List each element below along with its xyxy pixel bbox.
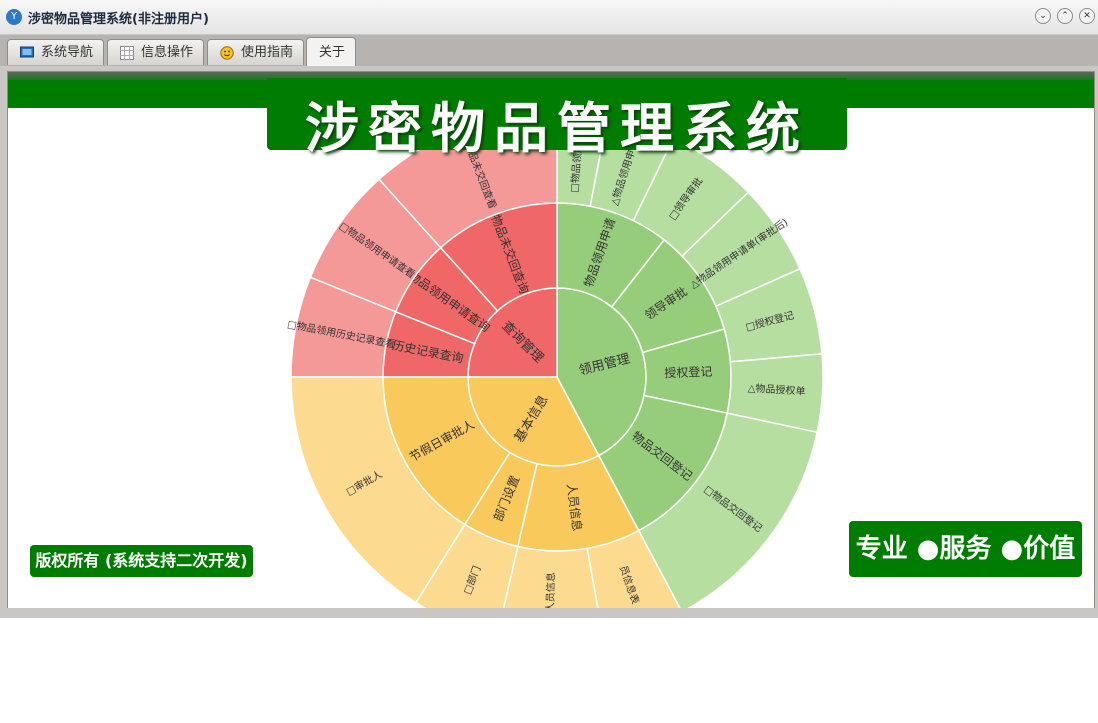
slogan-badge: 专业 ●服务 ●价值 xyxy=(849,521,1082,577)
maximize-button[interactable]: ⌃ xyxy=(1057,8,1073,24)
tab-system-navigation[interactable]: 系统导航 xyxy=(7,39,104,65)
tab-label: 信息操作 xyxy=(141,45,194,60)
system-title: 涉密物品管理系统 xyxy=(305,97,809,160)
about-panel: 领用管理 物品领用申请 □物品领用申请 △物品领用申请单 领导审批 □领导审批 △物品领用申… xyxy=(7,71,1095,611)
smiley-icon xyxy=(220,46,234,60)
app-window: Y 涉密物品管理系统(非注册用户) ⌄ ⌃ ✕ 系统导航 信息操作 使用指南 关… xyxy=(0,0,1098,618)
close-button[interactable]: ✕ xyxy=(1079,8,1095,24)
sunburst-group: 领用管理物品领用申请□物品领用申请 △物品领用申请单领导审批□领导审批△物品领用申… xyxy=(286,110,824,610)
copyright-badge: 版权所有 (系统支持二次开发) xyxy=(30,545,253,577)
app-logo-icon: Y xyxy=(6,9,22,25)
tab-about[interactable]: 关于 xyxy=(306,37,356,66)
tab-label: 使用指南 xyxy=(241,45,294,60)
title-bar[interactable]: Y 涉密物品管理系统(非注册用户) ⌄ ⌃ ✕ xyxy=(0,0,1098,35)
tab-bar: 系统导航 信息操作 使用指南 关于 xyxy=(0,35,1098,66)
tab-user-guide[interactable]: 使用指南 xyxy=(207,39,304,65)
grid-icon xyxy=(120,46,134,60)
window-title: 涉密物品管理系统(非注册用户) xyxy=(28,12,209,27)
monitor-icon xyxy=(20,46,34,58)
minimize-button[interactable]: ⌄ xyxy=(1035,8,1051,24)
tab-label: 关于 xyxy=(319,45,346,60)
system-title-banner: 涉密物品管理系统 xyxy=(267,78,847,160)
tab-info-operation[interactable]: 信息操作 xyxy=(107,39,204,65)
window-bottom-edge xyxy=(0,608,1098,618)
tab-label: 系统导航 xyxy=(41,45,94,60)
sunburst-mid-label: 授权登记 xyxy=(664,364,713,381)
